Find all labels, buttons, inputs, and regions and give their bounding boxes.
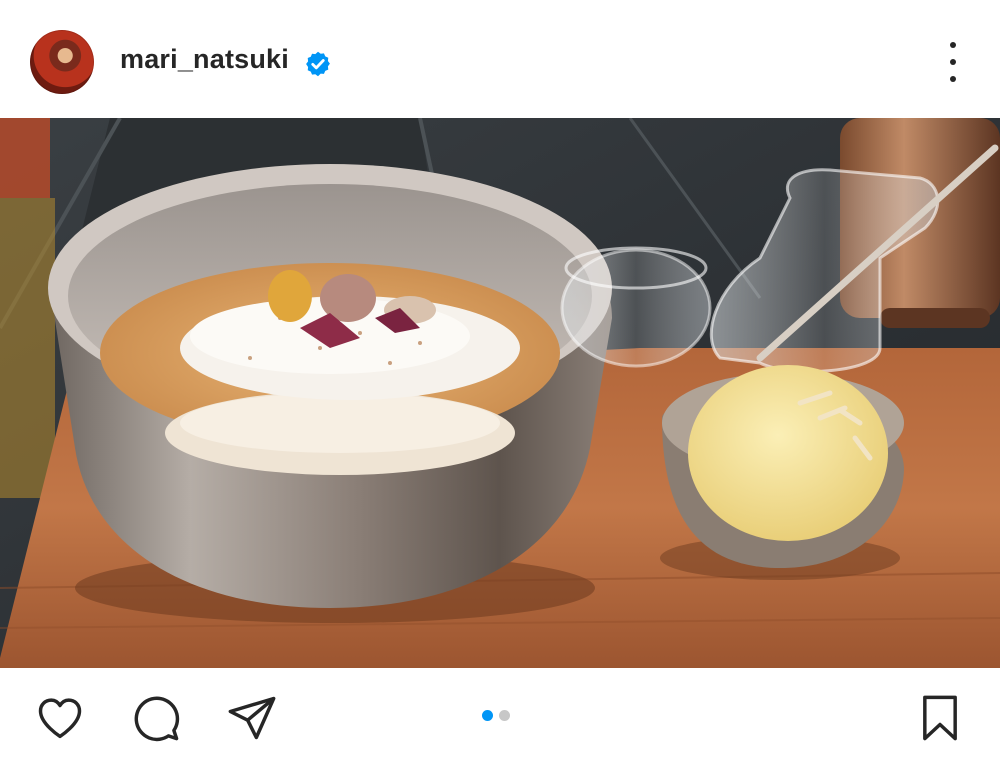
- post-photo[interactable]: [0, 118, 1000, 668]
- send-icon[interactable]: [226, 692, 278, 744]
- comment-icon[interactable]: [130, 692, 182, 744]
- bookmark-icon[interactable]: [914, 692, 966, 744]
- avatar[interactable]: [30, 30, 94, 94]
- carousel-dot-active: [482, 709, 493, 721]
- carousel-indicator: [482, 709, 510, 721]
- username[interactable]: mari_natsuki: [120, 44, 289, 75]
- post-header: mari_natsuki: [0, 0, 1000, 118]
- dessert-photo: [0, 118, 1000, 668]
- more-options-icon[interactable]: [938, 42, 968, 82]
- carousel-dot: [499, 709, 510, 721]
- verified-badge-icon: [306, 51, 330, 77]
- heart-icon[interactable]: [34, 692, 86, 744]
